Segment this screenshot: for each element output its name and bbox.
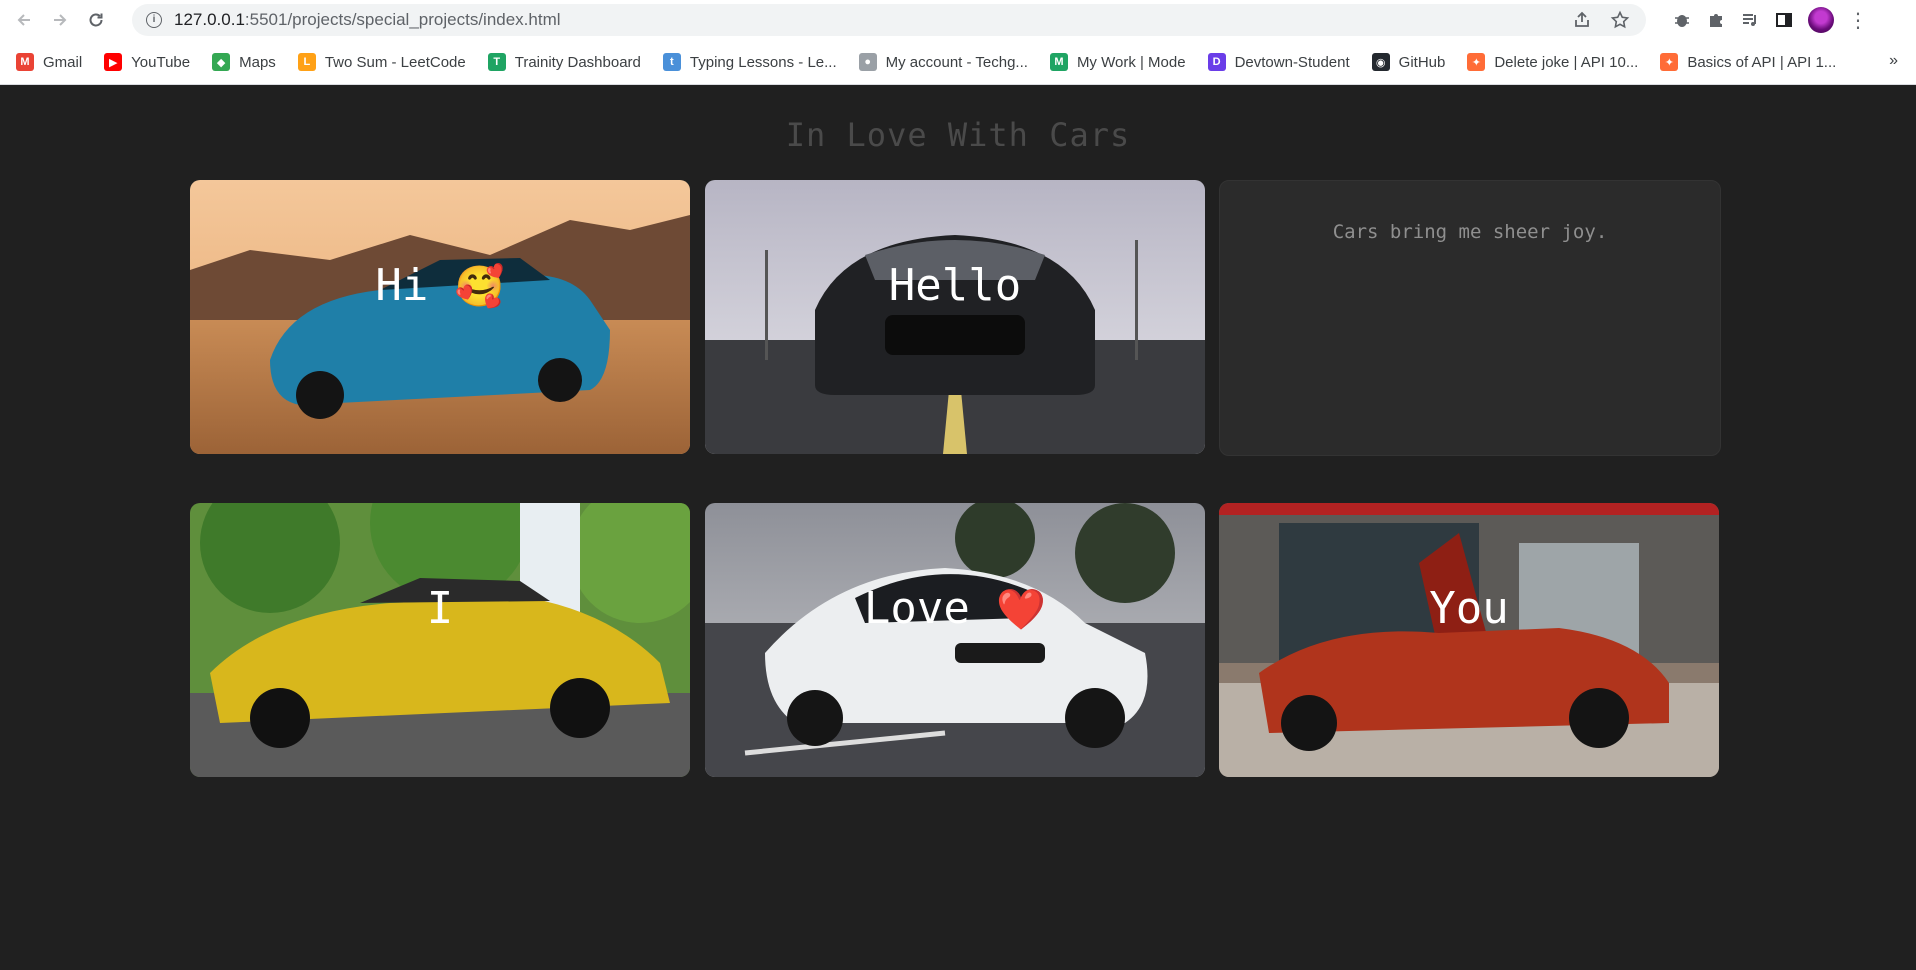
bookmark-item[interactable]: ✦ Basics of API | API 1...: [1652, 48, 1844, 76]
arrow-right-icon: [54, 14, 67, 26]
car-card-you: You: [1219, 503, 1719, 777]
blue-car-image: [190, 180, 690, 454]
bookmark-label: Trainity Dashboard: [514, 53, 641, 71]
bookmark-label: YouTube: [131, 53, 191, 71]
bookmark-item[interactable]: T Trainity Dashboard: [480, 48, 649, 76]
bookmark-item[interactable]: L Two Sum - LeetCode: [290, 48, 474, 76]
arrow-left-icon: [17, 14, 30, 26]
reload-icon: [89, 13, 103, 27]
car-card-love: Love ❤️: [705, 503, 1205, 777]
bookmark-item[interactable]: ● My account - Techg...: [851, 48, 1036, 76]
media-queue-icon[interactable]: [1740, 10, 1760, 30]
bookmark-label: My Work | Mode: [1076, 53, 1186, 71]
car-card-i: I: [190, 503, 690, 777]
bookmark-label: Gmail: [43, 53, 83, 71]
back-button[interactable]: [10, 6, 38, 34]
extensions-puzzle-icon[interactable]: [1706, 10, 1726, 30]
forward-button[interactable]: [46, 6, 74, 34]
white-car-image: [705, 503, 1205, 777]
yellow-car-image: [190, 503, 690, 777]
typing-icon: t: [662, 53, 681, 71]
bookmark-label: Maps: [239, 53, 276, 71]
page-title: In Love With Cars: [785, 116, 1131, 154]
red-car-image: [1219, 503, 1719, 777]
address-bar[interactable]: i 127.0.0.1:5501/projects/special_projec…: [132, 4, 1646, 36]
bookmarks-bar: M Gmail ▶ YouTube ◆ Maps L Two Sum - LeetCode T T…: [0, 40, 1916, 85]
site-info-icon[interactable]: i: [146, 12, 162, 28]
share-icon[interactable]: [1572, 10, 1592, 30]
car-card-hello: Hello: [705, 180, 1205, 454]
bookmark-item[interactable]: M Gmail: [8, 48, 90, 76]
postman-icon: ✦: [1467, 53, 1486, 71]
smiling-hearts-emoji: 🥰: [454, 264, 505, 310]
bookmark-item[interactable]: M My Work | Mode: [1042, 48, 1194, 76]
bookmark-label: Devtown-Student: [1234, 53, 1350, 71]
bookmark-item[interactable]: ◆ Maps: [204, 48, 284, 76]
bookmark-item[interactable]: ▶ YouTube: [96, 48, 198, 76]
bookmark-item[interactable]: D Devtown-Student: [1200, 48, 1358, 76]
youtube-icon: ▶: [104, 53, 123, 71]
url-text: 127.0.0.1:5501/projects/special_projects…: [174, 10, 561, 29]
side-panel-icon[interactable]: [1774, 10, 1794, 30]
black-car-image: [705, 180, 1205, 454]
gmail-icon: M: [16, 53, 34, 71]
card-label: Love ❤️: [863, 583, 1047, 634]
github-icon: ◉: [1371, 53, 1390, 71]
car-card-hi: Hi 🥰: [190, 180, 690, 454]
bookmark-label: Delete joke | API 10...: [1494, 53, 1639, 71]
more-bookmarks-button[interactable]: »: [1889, 52, 1898, 70]
bookmark-star-icon[interactable]: [1610, 10, 1630, 30]
bookmark-label: Two Sum - LeetCode: [324, 53, 466, 71]
devtown-icon: D: [1207, 53, 1226, 71]
browser-menu-icon[interactable]: ⋮: [1848, 8, 1868, 33]
postman-icon: ✦: [1660, 53, 1679, 71]
bookmark-label: My account - Techg...: [885, 53, 1028, 71]
card-label: I: [426, 583, 454, 634]
leetcode-icon: L: [297, 53, 316, 71]
bookmark-item[interactable]: ✦ Delete joke | API 10...: [1459, 48, 1646, 76]
text-card: Cars bring me sheer joy.: [1219, 180, 1721, 456]
mode-icon: M: [1049, 53, 1068, 71]
profile-avatar[interactable]: [1808, 7, 1834, 33]
techgig-icon: ●: [858, 53, 877, 71]
card-label: You: [1429, 583, 1509, 634]
reload-button[interactable]: [82, 6, 110, 34]
card-label: Hi 🥰: [375, 260, 505, 311]
maps-icon: ◆: [212, 53, 231, 71]
trainity-icon: T: [487, 53, 506, 71]
bookmark-label: Typing Lessons - Le...: [689, 53, 837, 71]
browser-toolbar: i 127.0.0.1:5501/projects/special_projec…: [0, 0, 1916, 40]
card-label: Hello: [888, 260, 1022, 311]
bookmark-item[interactable]: ◉ GitHub: [1364, 48, 1454, 76]
bookmark-label: Basics of API | API 1...: [1687, 53, 1837, 71]
bookmark-item[interactable]: t Typing Lessons - Le...: [655, 48, 845, 76]
bug-extension-icon[interactable]: [1672, 10, 1692, 30]
red-heart-emoji: ❤️: [996, 587, 1047, 633]
bookmark-label: GitHub: [1398, 53, 1446, 71]
joy-text: Cars bring me sheer joy.: [1332, 221, 1608, 243]
